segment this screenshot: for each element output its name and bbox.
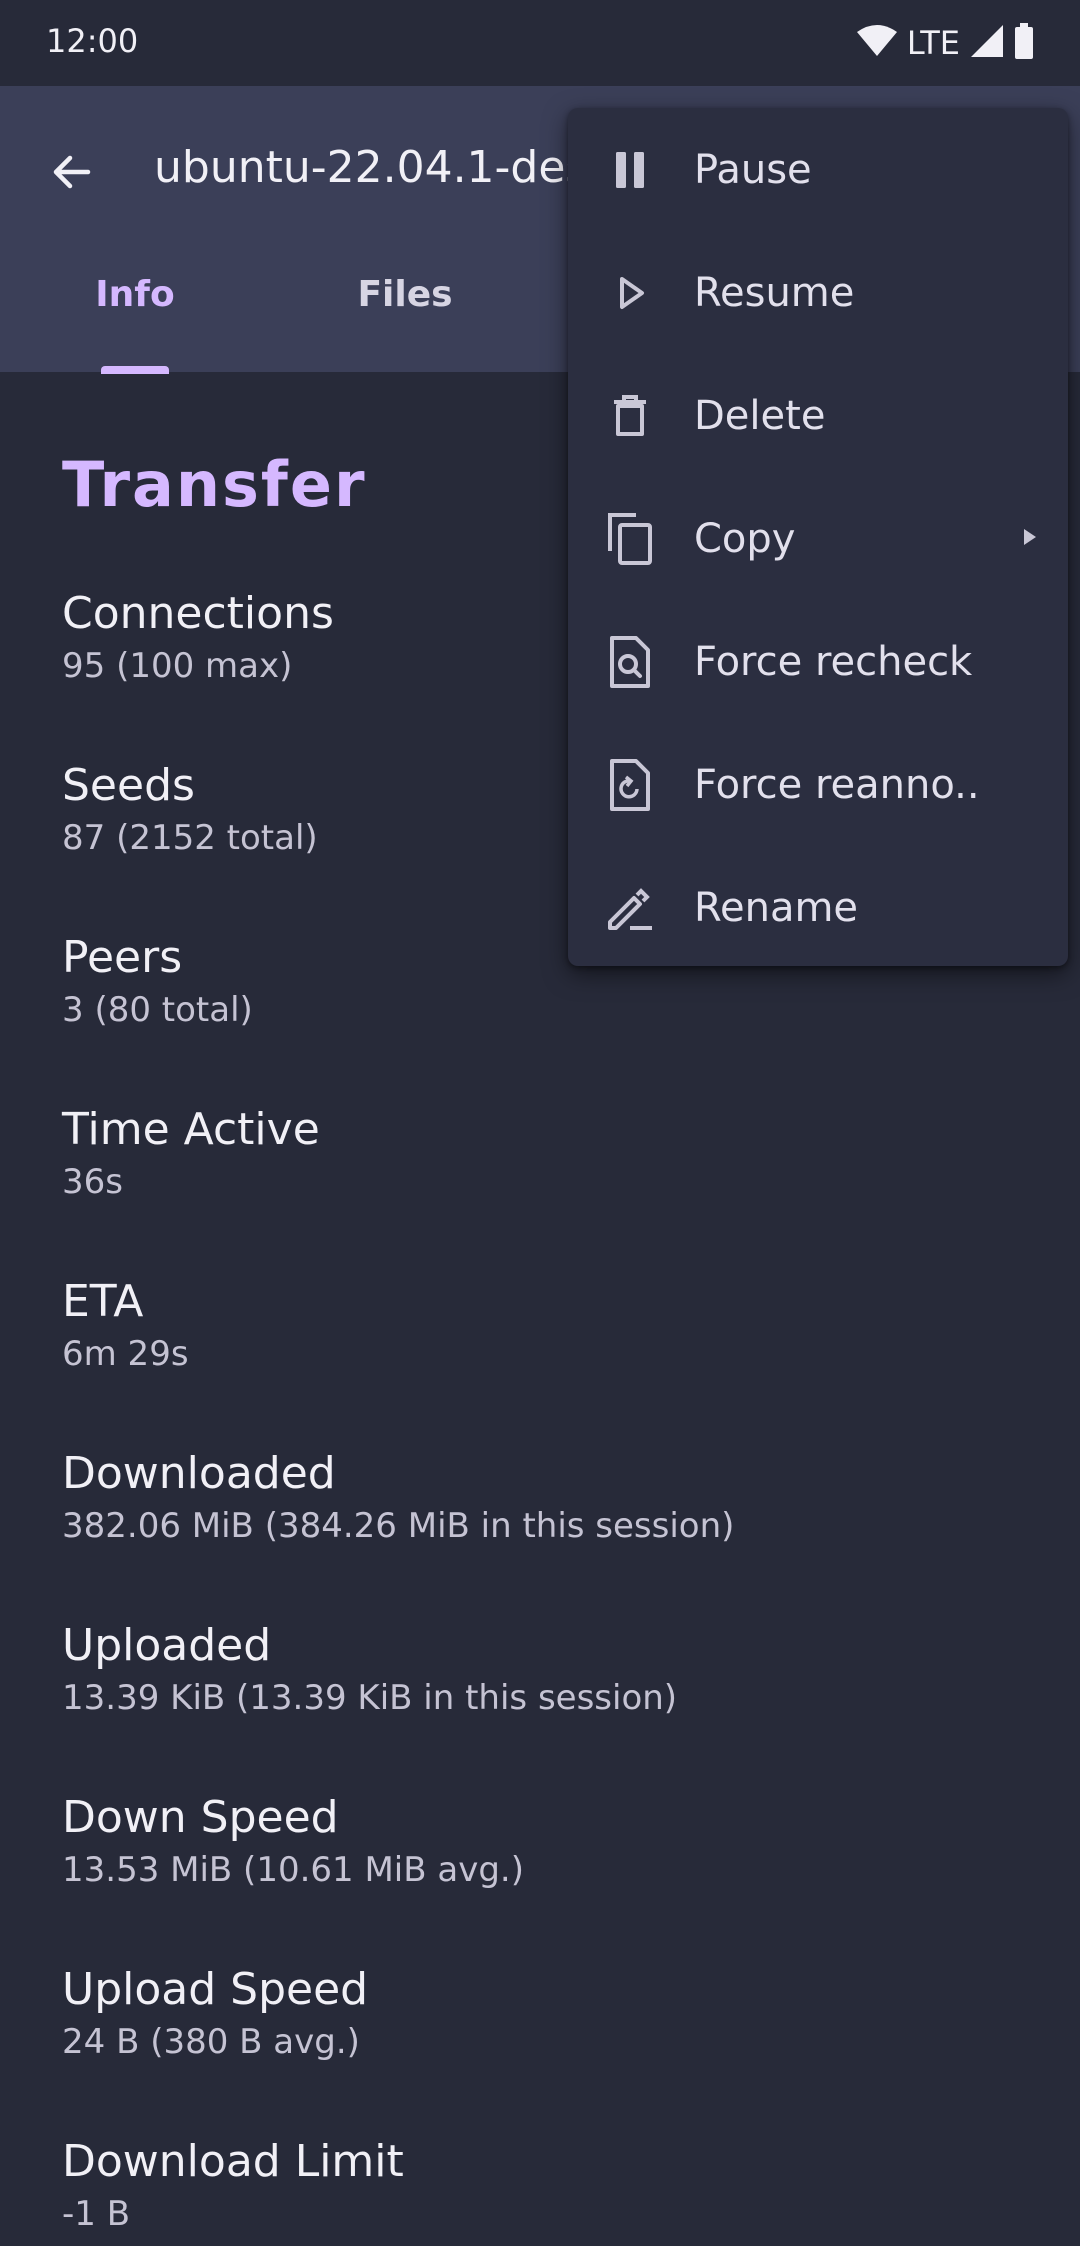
info-item-downloaded: Downloaded 382.06 MiB (384.26 MiB in thi… xyxy=(62,1448,734,1548)
menu-item-label: Pause xyxy=(694,146,812,193)
submenu-arrow-icon xyxy=(1020,525,1040,553)
menu-item-label: Copy xyxy=(694,515,796,562)
menu-item-label: Force reanno.. xyxy=(694,761,980,808)
item-value: 3 (80 total) xyxy=(62,990,253,1030)
item-value: 24 B (380 B avg.) xyxy=(62,2022,360,2062)
tab-indicator xyxy=(101,366,169,374)
file-refresh-icon xyxy=(600,755,660,815)
menu-item-label: Force recheck xyxy=(694,638,973,685)
menu-item-label: Resume xyxy=(694,269,855,316)
item-value: 13.39 KiB (13.39 KiB in this session) xyxy=(62,1678,678,1718)
item-label: Upload Speed xyxy=(62,1964,369,2015)
info-item-down-speed: Down Speed 13.53 MiB (10.61 MiB avg.) xyxy=(62,1792,524,1892)
wifi-icon xyxy=(856,25,897,61)
status-time: 12:00 xyxy=(46,22,139,60)
menu-item-resume[interactable]: Resume xyxy=(568,231,1068,354)
item-value: 6m 29s xyxy=(62,1334,189,1374)
item-value: 36s xyxy=(62,1162,123,1202)
menu-item-pause[interactable]: Pause xyxy=(568,108,1068,231)
info-item-uploaded: Uploaded 13.39 KiB (13.39 KiB in this se… xyxy=(62,1620,677,1720)
menu-item-label: Delete xyxy=(694,392,826,439)
item-label: Peers xyxy=(62,932,183,983)
cellular-signal-icon xyxy=(970,24,1004,62)
item-value: 87 (2152 total) xyxy=(62,818,318,858)
info-item-time-active: Time Active 36s xyxy=(62,1104,320,1204)
info-item-connections: Connections 95 (100 max) xyxy=(62,588,334,688)
edit-icon xyxy=(600,878,660,938)
tab-files-label: Files xyxy=(357,274,453,315)
info-item-upload-speed: Upload Speed 24 B (380 B avg.) xyxy=(62,1964,368,2064)
file-search-icon xyxy=(600,632,660,692)
menu-item-force-recheck[interactable]: Force recheck xyxy=(568,600,1068,723)
item-label: Downloaded xyxy=(62,1448,336,1499)
item-label: Time Active xyxy=(62,1104,320,1155)
network-type-label: LTE xyxy=(906,24,960,62)
info-item-seeds: Seeds 87 (2152 total) xyxy=(62,760,318,860)
play-icon xyxy=(600,263,660,323)
back-button[interactable] xyxy=(40,142,104,206)
tab-info[interactable]: Info xyxy=(40,274,230,372)
info-item-download-limit: Download Limit -1 B xyxy=(62,2136,404,2236)
menu-item-force-reannounce[interactable]: Force reanno.. xyxy=(568,723,1068,846)
tab-files[interactable]: Files xyxy=(305,274,505,372)
menu-item-rename[interactable]: Rename xyxy=(568,846,1068,969)
info-item-peers: Peers 3 (80 total) xyxy=(62,932,253,1032)
menu-item-copy[interactable]: Copy xyxy=(568,477,1068,600)
status-bar: 12:00 LTE xyxy=(0,0,1080,86)
item-value: 95 (100 max) xyxy=(62,646,293,686)
copy-icon xyxy=(600,509,660,569)
status-icons: LTE xyxy=(856,20,1034,66)
item-label: Down Speed xyxy=(62,1792,339,1843)
pause-icon xyxy=(600,140,660,200)
item-value: 382.06 MiB (384.26 MiB in this session) xyxy=(62,1506,735,1546)
battery-icon xyxy=(1014,23,1034,63)
section-title-transfer: Transfer xyxy=(62,448,367,521)
trash-icon xyxy=(600,386,660,446)
menu-item-delete[interactable]: Delete xyxy=(568,354,1068,477)
item-label: Seeds xyxy=(62,760,195,811)
arrow-back-icon xyxy=(48,148,96,200)
item-value: -1 B xyxy=(62,2194,131,2234)
menu-item-label: Rename xyxy=(694,884,859,931)
item-label: Download Limit xyxy=(62,2136,404,2187)
tab-info-label: Info xyxy=(95,274,175,315)
item-label: Connections xyxy=(62,588,334,639)
item-label: ETA xyxy=(62,1276,144,1327)
item-value: 13.53 MiB (10.61 MiB avg.) xyxy=(62,1850,524,1890)
overflow-menu: Pause Resume Delete Copy Force recheck F… xyxy=(568,108,1068,966)
info-item-eta: ETA 6m 29s xyxy=(62,1276,189,1376)
item-label: Uploaded xyxy=(62,1620,272,1671)
